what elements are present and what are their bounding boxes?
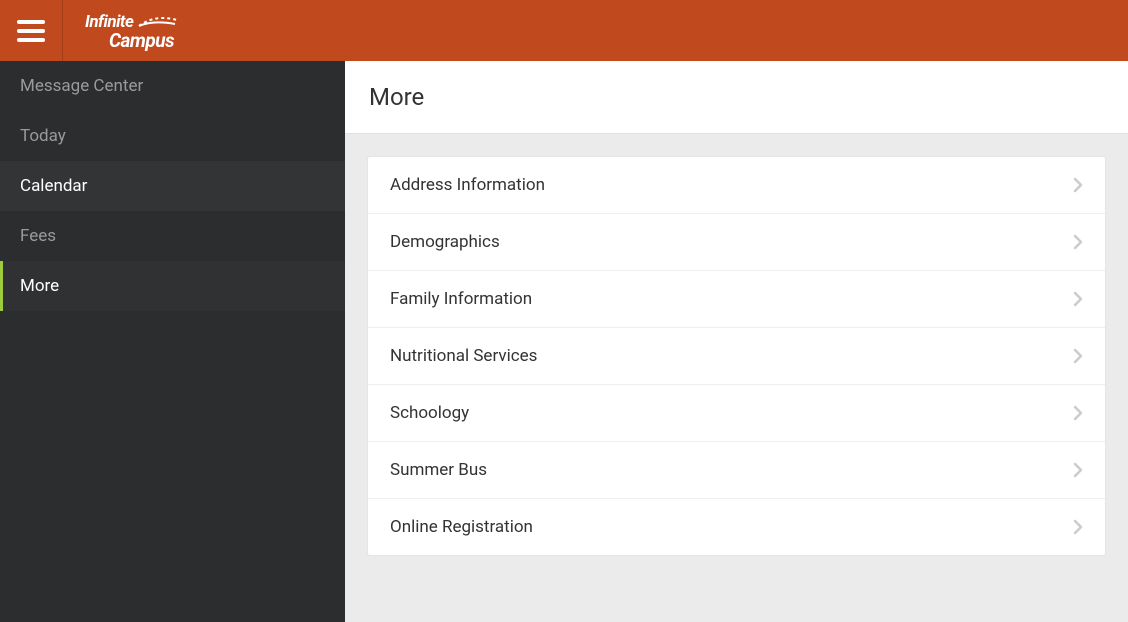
hamburger-icon	[17, 20, 45, 42]
list-item-demographics[interactable]: Demographics	[368, 214, 1105, 271]
list-item-label: Family Information	[390, 289, 532, 309]
sidebar-item-fees[interactable]: Fees	[0, 211, 345, 261]
sidebar-item-more[interactable]: More	[0, 261, 345, 311]
page-header: More	[345, 61, 1128, 134]
list-item-summer-bus[interactable]: Summer Bus	[368, 442, 1105, 499]
sidebar-item-today[interactable]: Today	[0, 111, 345, 161]
chevron-right-icon	[1073, 519, 1083, 535]
swoosh-icon	[137, 12, 179, 30]
body: Message Center Today Calendar Fees More …	[0, 61, 1128, 622]
list-item-label: Summer Bus	[390, 460, 487, 480]
list-item-schoology[interactable]: Schoology	[368, 385, 1105, 442]
content: Address Information Demographics Family …	[345, 134, 1128, 578]
sidebar-item-label: More	[20, 276, 59, 296]
chevron-right-icon	[1073, 348, 1083, 364]
list-item-address-information[interactable]: Address Information	[368, 157, 1105, 214]
chevron-right-icon	[1073, 177, 1083, 193]
sidebar: Message Center Today Calendar Fees More	[0, 61, 345, 622]
list-item-label: Nutritional Services	[390, 346, 537, 366]
brand-logo: Infinite Campus	[85, 12, 179, 50]
sidebar-item-label: Fees	[20, 226, 56, 246]
main: More Address Information Demographics Fa…	[345, 61, 1128, 622]
sidebar-item-label: Calendar	[20, 176, 87, 196]
page-title: More	[369, 83, 1104, 111]
sidebar-item-label: Today	[20, 126, 66, 146]
chevron-right-icon	[1073, 234, 1083, 250]
chevron-right-icon	[1073, 291, 1083, 307]
brand-top: Infinite	[85, 14, 133, 31]
brand-bottom: Campus	[85, 31, 174, 50]
chevron-right-icon	[1073, 405, 1083, 421]
header: Infinite Campus	[0, 0, 1128, 61]
list-item-label: Demographics	[390, 232, 500, 252]
list-item-label: Address Information	[390, 175, 545, 195]
sidebar-item-label: Message Center	[20, 76, 143, 96]
sidebar-item-message-center[interactable]: Message Center	[0, 61, 345, 111]
list-item-nutritional-services[interactable]: Nutritional Services	[368, 328, 1105, 385]
list-item-online-registration[interactable]: Online Registration	[368, 499, 1105, 555]
menu-button[interactable]	[0, 0, 63, 61]
chevron-right-icon	[1073, 462, 1083, 478]
list-item-family-information[interactable]: Family Information	[368, 271, 1105, 328]
more-list: Address Information Demographics Family …	[367, 156, 1106, 556]
list-item-label: Online Registration	[390, 517, 533, 537]
list-item-label: Schoology	[390, 403, 469, 423]
sidebar-item-calendar[interactable]: Calendar	[0, 161, 345, 211]
